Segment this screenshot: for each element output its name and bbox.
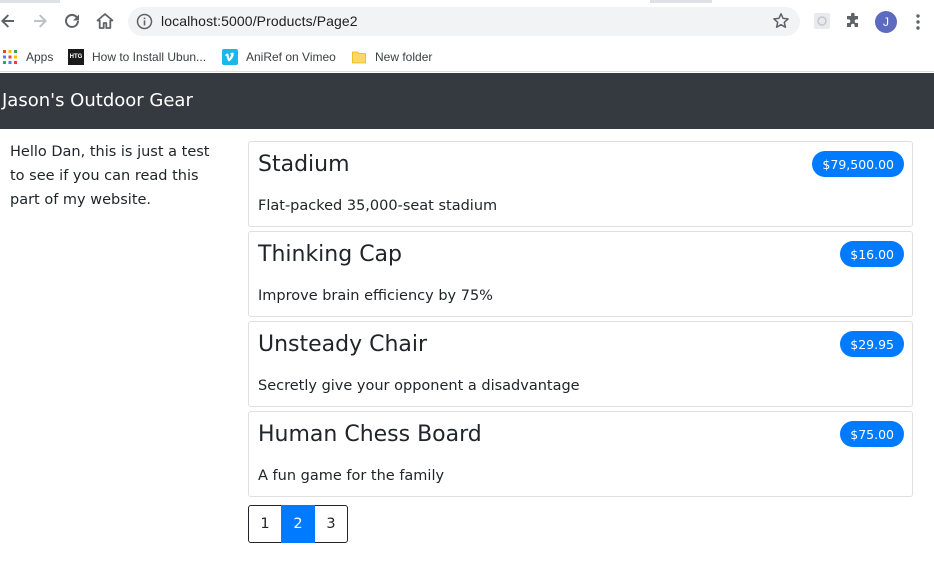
bookmark-label: New folder [375,50,433,64]
product-name: Stadium [258,152,350,177]
product-description: Secretly give your opponent a disadvanta… [258,378,580,394]
home-button[interactable] [93,9,117,33]
product-name: Unsteady Chair [258,332,428,357]
product-description: Flat-packed 35,000-seat stadium [258,198,498,214]
product-card: Human Chess Board $75.00 A fun game for … [248,411,913,497]
site-info-icon[interactable] [136,13,153,30]
price-badge: $16.00 [840,241,904,267]
reload-icon [65,13,79,28]
back-arrow-icon [1,14,14,28]
bookmark-apps[interactable]: Apps [2,47,53,67]
extension-button[interactable] [812,11,832,31]
back-button[interactable] [0,9,20,33]
forward-button[interactable] [28,9,52,33]
sidebar-message: Hello Dan, this is just a test to see if… [10,144,210,208]
extension-icon [814,13,830,29]
apps-grid-icon [3,50,17,64]
puzzle-icon [847,12,858,27]
address-bar[interactable]: localhost:5000/Products/Page2 [128,7,800,36]
bookmarks-bar: Apps HTG How to Install Ubun... AniRef o… [0,42,934,72]
pagination: 1 2 3 [248,505,348,543]
htg-favicon: HTG [68,49,84,65]
product-card: Unsteady Chair $29.95 Secretly give your… [248,321,913,407]
bookmark-new-folder[interactable]: New folder [351,47,432,67]
extensions-menu-button[interactable] [843,11,863,31]
product-name: Human Chess Board [258,422,482,447]
site-navbar: Jason's Outdoor Gear [0,73,934,129]
product-description: Improve brain efficiency by 75% [258,288,493,304]
bookmark-label: AniRef on Vimeo [246,50,336,64]
site-brand[interactable]: Jason's Outdoor Gear [2,90,193,111]
product-description: A fun game for the family [258,468,445,484]
product-card: Thinking Cap $16.00 Improve brain effici… [248,231,913,317]
product-name: Thinking Cap [258,242,402,267]
home-icon [96,13,114,29]
profile-avatar[interactable]: J [875,11,897,33]
bookmark-how-to-install[interactable]: HTG How to Install Ubun... [68,47,206,67]
folder-icon [352,51,366,64]
forward-arrow-icon [34,14,47,28]
price-badge: $29.95 [840,331,904,357]
bookmark-label: How to Install Ubun... [92,50,207,64]
address-url[interactable]: localhost:5000/Products/Page2 [161,13,358,29]
page-link-1[interactable]: 1 [248,505,282,543]
reload-button[interactable] [60,9,84,33]
bookmark-label: Apps [26,50,54,64]
bookmark-vimeo[interactable]: AniRef on Vimeo [222,47,336,67]
page-link-2-current[interactable]: 2 [281,505,315,543]
browser-toolbar: localhost:5000/Products/Page2 J [0,0,934,42]
bookmark-star-icon[interactable] [772,12,790,30]
vimeo-favicon [222,49,238,65]
product-card: Stadium $79,500.00 Flat-packed 35,000-se… [248,141,913,227]
tab-strip-edge [0,0,934,3]
page-link-3[interactable]: 3 [314,505,348,543]
price-badge: $75.00 [840,421,904,447]
menu-dots-icon[interactable] [912,13,924,31]
price-badge: $79,500.00 [812,151,904,177]
